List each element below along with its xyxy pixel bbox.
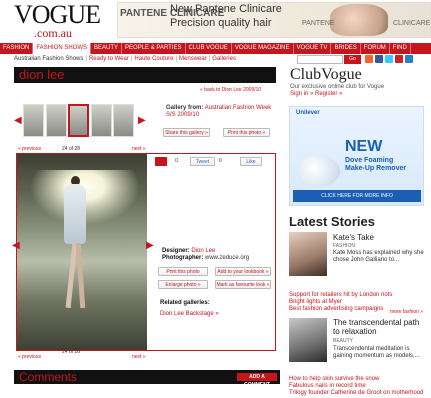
subnav-haute-couture[interactable]: Haute Couture: [134, 56, 173, 62]
photo-next-arrow[interactable]: ▶: [146, 240, 154, 251]
print-photo-button[interactable]: Print this photo »: [223, 128, 270, 137]
photo-prev-arrow[interactable]: ◀: [12, 240, 20, 251]
story-title[interactable]: The transcendental path to relaxation: [333, 318, 428, 336]
story-link[interactable]: Bright lights at Myer: [289, 299, 342, 306]
ad-headline: New Pantene Clinicare: [170, 3, 282, 15]
photographer-line: Photographer: www.zeduce.org: [162, 255, 250, 261]
thumbnail[interactable]: [91, 104, 112, 137]
main-nav: FASHION FASHION SHOWS BEAUTY PEOPLE & PA…: [0, 43, 431, 54]
subnav-menswear[interactable]: Menswear: [179, 56, 207, 62]
nav-fashion[interactable]: FASHION: [0, 43, 34, 54]
nav-find[interactable]: FIND: [390, 43, 411, 54]
search-input[interactable]: [297, 55, 343, 64]
story-desc: Kate Moss has explained why she chose Jo…: [333, 250, 424, 263]
clubvogue-title[interactable]: ClubVogue: [290, 66, 362, 84]
ad-product-label-2: CLINICARE: [393, 20, 431, 27]
thumbnail[interactable]: [113, 104, 134, 137]
print-photo-button-2[interactable]: Print this photo: [158, 267, 208, 276]
designer-line: Designer: Dion Lee: [162, 248, 216, 254]
story-link[interactable]: Support for retailers hit by London riot…: [289, 292, 392, 299]
thumbnail[interactable]: [23, 104, 44, 137]
nav-beauty[interactable]: BEAUTY: [91, 43, 123, 54]
model-body: [64, 184, 86, 244]
ad-tagline: Precision quality hair: [170, 17, 272, 29]
nav-forum[interactable]: FORUM: [361, 43, 390, 54]
story-link[interactable]: How to help skin survive the snow: [289, 376, 379, 383]
vogue-logo[interactable]: VOGUE: [14, 2, 101, 28]
ad-unilever-label: Unilever: [296, 110, 320, 116]
share-gallery-button[interactable]: Share this gallery »: [163, 128, 210, 137]
thumbnail-selected[interactable]: [68, 104, 89, 137]
story-link[interactable]: Trilogy founder Catherine de Groot on mo…: [289, 390, 424, 397]
nav-vogue-tv[interactable]: VOGUE TV: [294, 43, 332, 54]
previous-link-top[interactable]: « previous: [18, 146, 41, 152]
page-title: dion lee: [19, 67, 65, 82]
story-desc: Transcendental meditation is gaining mom…: [333, 346, 420, 359]
story-link[interactable]: Fabulous nails in record time: [289, 383, 366, 390]
story-link[interactable]: Best fashion advertising campaigns: [289, 306, 383, 313]
designer-link[interactable]: Dion Lee: [191, 248, 215, 254]
back-link[interactable]: « back to Dion Lee 2009/10: [200, 87, 261, 93]
photo-count-top: 24 of 28: [62, 146, 81, 152]
twitter-icon[interactable]: [385, 55, 393, 63]
ad-new-label: NEW: [345, 138, 383, 155]
pinterest-icon[interactable]: [395, 55, 403, 63]
latest-stories-title: Latest Stories: [289, 214, 375, 229]
next-link-top[interactable]: next »: [132, 146, 146, 152]
search-button[interactable]: Go: [344, 55, 361, 64]
nav-fashion-shows[interactable]: FASHION SHOWS: [33, 43, 92, 54]
photographer-value: www.zeduce.org: [205, 255, 250, 261]
story-title[interactable]: Kate's Take: [333, 233, 374, 242]
ad-product-label-1: PANTENE: [302, 20, 335, 27]
nav-vogue-magazine[interactable]: VOGUE MAGAZINE: [232, 43, 294, 54]
related-galleries-label: Related galleries:: [160, 300, 210, 306]
photo-count-bottom: 24 of 28: [62, 349, 81, 355]
signin-register-link[interactable]: Sign in » Register »: [290, 91, 342, 97]
story-image[interactable]: [289, 232, 327, 276]
clubvogue-desc: Our exclusive online club for Vogue: [290, 84, 385, 90]
like-icon[interactable]: [155, 157, 167, 166]
ad-model-image: [330, 4, 388, 36]
tweet-count: 0: [219, 158, 222, 164]
story-category: BEAUTY: [333, 338, 354, 344]
nav-club-vogue[interactable]: CLUB VOGUE: [186, 43, 232, 54]
comments-title: Comments: [19, 370, 78, 384]
next-link-bottom[interactable]: next »: [132, 354, 146, 360]
subnav-lead: Australian Fashion Shows: [14, 56, 84, 62]
facebook-like-button[interactable]: Like: [240, 157, 262, 166]
related-gallery-link[interactable]: Dion Lee Backstage »: [160, 311, 219, 317]
add-to-lookbook-button[interactable]: Add to your lookbook »: [215, 267, 271, 276]
add-comment-button[interactable]: ADD A COMMENT: [237, 373, 277, 388]
more-fashion-link[interactable]: more fashion »: [390, 309, 423, 315]
email-icon[interactable]: [405, 55, 413, 63]
subnav: Australian Fashion Shows | Ready to Wear | H…: [14, 56, 236, 62]
nav-brides[interactable]: BRIDES: [331, 43, 361, 54]
previous-link-bottom[interactable]: « previous: [18, 354, 41, 360]
ad-line-1: Dove Foaming: [345, 157, 394, 164]
thumb-prev-arrow[interactable]: ◀: [14, 115, 22, 126]
thumb-next-arrow[interactable]: ▶: [138, 115, 146, 126]
ad-line-2: Make-Up Remover: [345, 165, 407, 172]
ad-product-image: [296, 155, 340, 187]
mark-favourite-button[interactable]: Mark as favourite look »: [215, 280, 271, 289]
vogue-logo-sub: .com.au: [34, 26, 72, 40]
subnav-ready-to-wear[interactable]: Ready to Wear: [89, 56, 129, 62]
gallery-from: Gallery from: Australian Fashion Week S/…: [166, 105, 272, 118]
enlarge-photo-button[interactable]: Enlarge photo »: [158, 280, 208, 289]
facebook-icon[interactable]: [375, 55, 383, 63]
thumbnail[interactable]: [46, 104, 67, 137]
like-count: 0: [175, 158, 178, 164]
ad-cta[interactable]: CLICK HERE FOR MORE INFO: [293, 190, 421, 202]
subnav-galleries[interactable]: Galleries: [212, 56, 236, 62]
nav-people-parties[interactable]: PEOPLE & PARTIES: [122, 43, 186, 54]
story-category: FASHION: [333, 243, 355, 249]
rss-icon[interactable]: [365, 55, 373, 63]
story-image[interactable]: [289, 318, 327, 362]
tweet-button[interactable]: Tweet: [190, 157, 215, 166]
